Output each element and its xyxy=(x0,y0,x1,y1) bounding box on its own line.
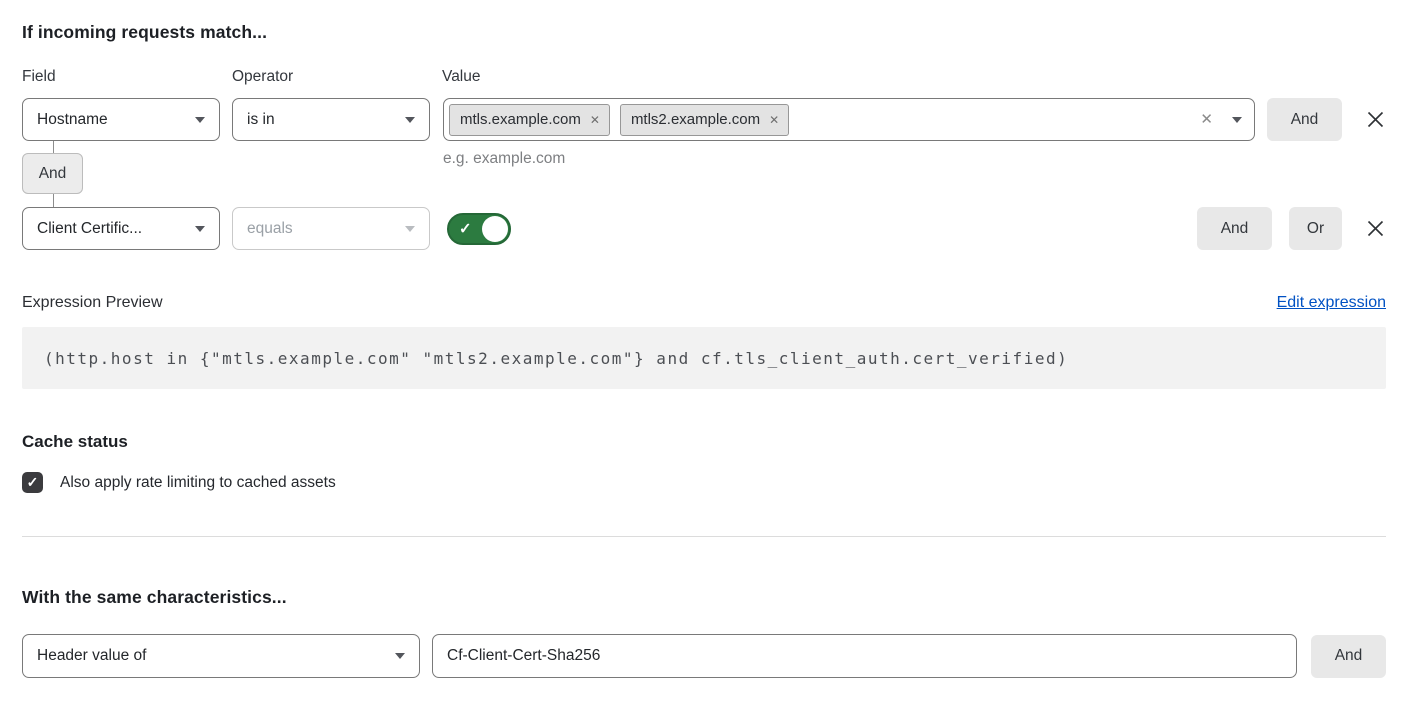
value-multiselect-row1[interactable]: mtls.example.com ✕ mtls2.example.com ✕ ✕ xyxy=(443,98,1255,141)
operator-select-row2-value: equals xyxy=(247,220,293,238)
chevron-down-icon xyxy=(405,226,415,232)
field-column-label: Field xyxy=(22,68,232,86)
expression-code-block: (http.host in {"mtls.example.com" "mtls2… xyxy=(22,327,1386,389)
match-section-title: If incoming requests match... xyxy=(22,22,1386,43)
chevron-down-icon xyxy=(395,653,405,659)
characteristic-select-value: Header value of xyxy=(37,647,146,665)
multiselect-controls: ✕ xyxy=(1200,112,1242,127)
and-button-row2[interactable]: And xyxy=(1197,207,1272,250)
value-toggle-row2[interactable]: ✓ xyxy=(447,213,511,245)
chevron-down-icon xyxy=(405,117,415,123)
remove-tag-icon[interactable]: ✕ xyxy=(769,114,779,126)
operator-select-row1-value: is in xyxy=(247,111,275,129)
characteristic-select[interactable]: Header value of xyxy=(22,634,420,678)
chevron-down-icon xyxy=(195,117,205,123)
delete-rule-row2-icon[interactable] xyxy=(1365,218,1386,239)
rule-row-2: Client Certific... equals ✓ And Or xyxy=(22,207,1386,250)
characteristics-row: Header value of And xyxy=(22,634,1386,678)
expression-preview-header: Expression Preview Edit expression xyxy=(22,294,1386,312)
value-tag: mtls.example.com ✕ xyxy=(449,104,610,136)
check-icon: ✓ xyxy=(27,474,39,491)
chevron-down-icon xyxy=(195,226,205,232)
field-select-row2[interactable]: Client Certific... xyxy=(22,207,220,250)
cache-checkbox-row: ✓ Also apply rate limiting to cached ass… xyxy=(22,472,1386,493)
chevron-down-icon[interactable] xyxy=(1232,117,1242,123)
and-connector-button[interactable]: And xyxy=(22,153,83,194)
cached-assets-checkbox-label: Also apply rate limiting to cached asset… xyxy=(60,474,336,492)
header-name-input[interactable] xyxy=(432,634,1297,678)
field-select-row2-value: Client Certific... xyxy=(37,220,142,238)
value-tag: mtls2.example.com ✕ xyxy=(620,104,789,136)
remove-tag-icon[interactable]: ✕ xyxy=(590,114,600,126)
or-button-row2[interactable]: Or xyxy=(1289,207,1342,250)
rate-limiting-rule-builder: If incoming requests match... Field Oper… xyxy=(0,0,1420,678)
check-icon: ✓ xyxy=(459,219,472,237)
toggle-knob xyxy=(482,216,508,242)
rule-row-1: Hostname is in mtls.example.com ✕ mtls2.… xyxy=(22,98,1386,141)
close-icon xyxy=(1365,218,1386,239)
and-button-characteristics[interactable]: And xyxy=(1311,635,1386,678)
operator-select-row2: equals xyxy=(232,207,430,250)
expression-code: (http.host in {"mtls.example.com" "mtls2… xyxy=(44,349,1068,368)
row-connector-band: And e.g. example.com xyxy=(22,141,1386,207)
cache-status-title: Cache status xyxy=(22,432,1386,452)
value-helper-text: e.g. example.com xyxy=(443,150,565,168)
clear-values-icon[interactable]: ✕ xyxy=(1200,112,1213,127)
section-divider xyxy=(22,536,1386,537)
close-icon xyxy=(1365,109,1386,130)
value-tag-label: mtls2.example.com xyxy=(631,111,760,128)
edit-expression-link[interactable]: Edit expression xyxy=(1277,294,1386,312)
delete-rule-row1-icon[interactable] xyxy=(1365,109,1386,130)
value-tag-label: mtls.example.com xyxy=(460,111,581,128)
expression-preview-label: Expression Preview xyxy=(22,294,163,312)
value-column-label: Value xyxy=(442,68,481,86)
field-select-row1[interactable]: Hostname xyxy=(22,98,220,141)
characteristics-title: With the same characteristics... xyxy=(22,587,1386,608)
column-labels: Field Operator Value xyxy=(22,68,1386,86)
operator-column-label: Operator xyxy=(232,68,442,86)
cached-assets-checkbox[interactable]: ✓ xyxy=(22,472,43,493)
and-button-row1[interactable]: And xyxy=(1267,98,1342,141)
field-select-row1-value: Hostname xyxy=(37,111,108,129)
operator-select-row1[interactable]: is in xyxy=(232,98,430,141)
